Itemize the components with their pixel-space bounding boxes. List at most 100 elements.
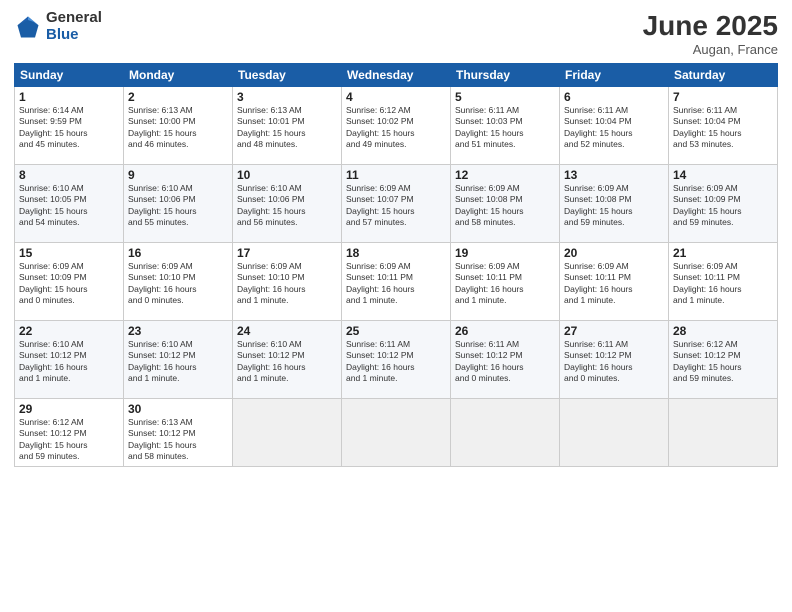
header-row: SundayMondayTuesdayWednesdayThursdayFrid… bbox=[15, 64, 778, 87]
calendar-cell bbox=[342, 399, 451, 467]
logo-text: General Blue bbox=[46, 10, 102, 43]
day-number: 9 bbox=[128, 168, 228, 182]
calendar-cell: 18Sunrise: 6:09 AM Sunset: 10:11 PM Dayl… bbox=[342, 243, 451, 321]
calendar-cell: 5Sunrise: 6:11 AM Sunset: 10:03 PM Dayli… bbox=[451, 87, 560, 165]
day-info: Sunrise: 6:09 AM Sunset: 10:11 PM Daylig… bbox=[455, 261, 555, 307]
day-number: 29 bbox=[19, 402, 119, 416]
calendar-cell: 28Sunrise: 6:12 AM Sunset: 10:12 PM Dayl… bbox=[669, 321, 778, 399]
day-header-wednesday: Wednesday bbox=[342, 64, 451, 87]
calendar-cell: 30Sunrise: 6:13 AM Sunset: 10:12 PM Dayl… bbox=[124, 399, 233, 467]
day-info: Sunrise: 6:11 AM Sunset: 10:12 PM Daylig… bbox=[346, 339, 446, 385]
day-number: 19 bbox=[455, 246, 555, 260]
day-info: Sunrise: 6:09 AM Sunset: 10:08 PM Daylig… bbox=[455, 183, 555, 229]
day-info: Sunrise: 6:09 AM Sunset: 10:09 PM Daylig… bbox=[19, 261, 119, 307]
calendar-cell: 9Sunrise: 6:10 AM Sunset: 10:06 PM Dayli… bbox=[124, 165, 233, 243]
day-number: 30 bbox=[128, 402, 228, 416]
month-title: June 2025 bbox=[643, 10, 778, 42]
logo-general-text: General bbox=[46, 10, 102, 27]
calendar-cell: 10Sunrise: 6:10 AM Sunset: 10:06 PM Dayl… bbox=[233, 165, 342, 243]
calendar-cell: 24Sunrise: 6:10 AM Sunset: 10:12 PM Dayl… bbox=[233, 321, 342, 399]
day-info: Sunrise: 6:09 AM Sunset: 10:10 PM Daylig… bbox=[128, 261, 228, 307]
day-info: Sunrise: 6:11 AM Sunset: 10:04 PM Daylig… bbox=[564, 105, 664, 151]
day-number: 25 bbox=[346, 324, 446, 338]
day-info: Sunrise: 6:13 AM Sunset: 10:01 PM Daylig… bbox=[237, 105, 337, 151]
day-info: Sunrise: 6:10 AM Sunset: 10:06 PM Daylig… bbox=[128, 183, 228, 229]
calendar-cell: 14Sunrise: 6:09 AM Sunset: 10:09 PM Dayl… bbox=[669, 165, 778, 243]
calendar-week-1: 8Sunrise: 6:10 AM Sunset: 10:05 PM Dayli… bbox=[15, 165, 778, 243]
location: Augan, France bbox=[643, 42, 778, 57]
calendar-week-0: 1Sunrise: 6:14 AM Sunset: 9:59 PM Daylig… bbox=[15, 87, 778, 165]
day-info: Sunrise: 6:10 AM Sunset: 10:12 PM Daylig… bbox=[19, 339, 119, 385]
calendar-cell: 7Sunrise: 6:11 AM Sunset: 10:04 PM Dayli… bbox=[669, 87, 778, 165]
day-header-friday: Friday bbox=[560, 64, 669, 87]
day-number: 5 bbox=[455, 90, 555, 104]
day-header-saturday: Saturday bbox=[669, 64, 778, 87]
day-number: 28 bbox=[673, 324, 773, 338]
day-info: Sunrise: 6:14 AM Sunset: 9:59 PM Dayligh… bbox=[19, 105, 119, 151]
day-number: 16 bbox=[128, 246, 228, 260]
day-info: Sunrise: 6:10 AM Sunset: 10:12 PM Daylig… bbox=[128, 339, 228, 385]
day-number: 23 bbox=[128, 324, 228, 338]
day-info: Sunrise: 6:09 AM Sunset: 10:11 PM Daylig… bbox=[673, 261, 773, 307]
day-info: Sunrise: 6:10 AM Sunset: 10:12 PM Daylig… bbox=[237, 339, 337, 385]
day-number: 17 bbox=[237, 246, 337, 260]
logo-blue-text: Blue bbox=[46, 27, 102, 44]
calendar-week-3: 22Sunrise: 6:10 AM Sunset: 10:12 PM Dayl… bbox=[15, 321, 778, 399]
title-block: June 2025 Augan, France bbox=[643, 10, 778, 57]
day-header-tuesday: Tuesday bbox=[233, 64, 342, 87]
day-header-sunday: Sunday bbox=[15, 64, 124, 87]
day-number: 10 bbox=[237, 168, 337, 182]
day-number: 18 bbox=[346, 246, 446, 260]
day-info: Sunrise: 6:10 AM Sunset: 10:06 PM Daylig… bbox=[237, 183, 337, 229]
calendar-cell: 27Sunrise: 6:11 AM Sunset: 10:12 PM Dayl… bbox=[560, 321, 669, 399]
calendar-cell: 1Sunrise: 6:14 AM Sunset: 9:59 PM Daylig… bbox=[15, 87, 124, 165]
header: General Blue June 2025 Augan, France bbox=[14, 10, 778, 57]
logo: General Blue bbox=[14, 10, 102, 43]
day-number: 15 bbox=[19, 246, 119, 260]
day-info: Sunrise: 6:11 AM Sunset: 10:03 PM Daylig… bbox=[455, 105, 555, 151]
calendar-cell: 8Sunrise: 6:10 AM Sunset: 10:05 PM Dayli… bbox=[15, 165, 124, 243]
calendar-cell: 19Sunrise: 6:09 AM Sunset: 10:11 PM Dayl… bbox=[451, 243, 560, 321]
day-info: Sunrise: 6:11 AM Sunset: 10:12 PM Daylig… bbox=[564, 339, 664, 385]
calendar-cell: 13Sunrise: 6:09 AM Sunset: 10:08 PM Dayl… bbox=[560, 165, 669, 243]
calendar-cell: 6Sunrise: 6:11 AM Sunset: 10:04 PM Dayli… bbox=[560, 87, 669, 165]
calendar-week-2: 15Sunrise: 6:09 AM Sunset: 10:09 PM Dayl… bbox=[15, 243, 778, 321]
day-info: Sunrise: 6:12 AM Sunset: 10:02 PM Daylig… bbox=[346, 105, 446, 151]
calendar-cell: 4Sunrise: 6:12 AM Sunset: 10:02 PM Dayli… bbox=[342, 87, 451, 165]
day-header-monday: Monday bbox=[124, 64, 233, 87]
day-info: Sunrise: 6:09 AM Sunset: 10:08 PM Daylig… bbox=[564, 183, 664, 229]
day-number: 14 bbox=[673, 168, 773, 182]
day-number: 27 bbox=[564, 324, 664, 338]
calendar-cell: 29Sunrise: 6:12 AM Sunset: 10:12 PM Dayl… bbox=[15, 399, 124, 467]
logo-icon bbox=[14, 13, 42, 41]
calendar-cell bbox=[560, 399, 669, 467]
day-header-thursday: Thursday bbox=[451, 64, 560, 87]
day-info: Sunrise: 6:12 AM Sunset: 10:12 PM Daylig… bbox=[673, 339, 773, 385]
day-number: 3 bbox=[237, 90, 337, 104]
day-number: 12 bbox=[455, 168, 555, 182]
day-info: Sunrise: 6:09 AM Sunset: 10:07 PM Daylig… bbox=[346, 183, 446, 229]
day-number: 1 bbox=[19, 90, 119, 104]
day-number: 26 bbox=[455, 324, 555, 338]
calendar-cell: 17Sunrise: 6:09 AM Sunset: 10:10 PM Dayl… bbox=[233, 243, 342, 321]
day-info: Sunrise: 6:09 AM Sunset: 10:11 PM Daylig… bbox=[564, 261, 664, 307]
calendar-cell bbox=[233, 399, 342, 467]
calendar-cell: 21Sunrise: 6:09 AM Sunset: 10:11 PM Dayl… bbox=[669, 243, 778, 321]
day-number: 8 bbox=[19, 168, 119, 182]
day-info: Sunrise: 6:09 AM Sunset: 10:10 PM Daylig… bbox=[237, 261, 337, 307]
day-number: 20 bbox=[564, 246, 664, 260]
calendar: SundayMondayTuesdayWednesdayThursdayFrid… bbox=[14, 63, 778, 467]
day-number: 6 bbox=[564, 90, 664, 104]
calendar-cell: 25Sunrise: 6:11 AM Sunset: 10:12 PM Dayl… bbox=[342, 321, 451, 399]
calendar-cell: 3Sunrise: 6:13 AM Sunset: 10:01 PM Dayli… bbox=[233, 87, 342, 165]
calendar-cell: 11Sunrise: 6:09 AM Sunset: 10:07 PM Dayl… bbox=[342, 165, 451, 243]
calendar-week-4: 29Sunrise: 6:12 AM Sunset: 10:12 PM Dayl… bbox=[15, 399, 778, 467]
day-info: Sunrise: 6:11 AM Sunset: 10:04 PM Daylig… bbox=[673, 105, 773, 151]
day-info: Sunrise: 6:11 AM Sunset: 10:12 PM Daylig… bbox=[455, 339, 555, 385]
calendar-cell: 20Sunrise: 6:09 AM Sunset: 10:11 PM Dayl… bbox=[560, 243, 669, 321]
calendar-cell: 12Sunrise: 6:09 AM Sunset: 10:08 PM Dayl… bbox=[451, 165, 560, 243]
calendar-cell: 15Sunrise: 6:09 AM Sunset: 10:09 PM Dayl… bbox=[15, 243, 124, 321]
calendar-cell: 26Sunrise: 6:11 AM Sunset: 10:12 PM Dayl… bbox=[451, 321, 560, 399]
calendar-cell: 2Sunrise: 6:13 AM Sunset: 10:00 PM Dayli… bbox=[124, 87, 233, 165]
calendar-cell: 22Sunrise: 6:10 AM Sunset: 10:12 PM Dayl… bbox=[15, 321, 124, 399]
